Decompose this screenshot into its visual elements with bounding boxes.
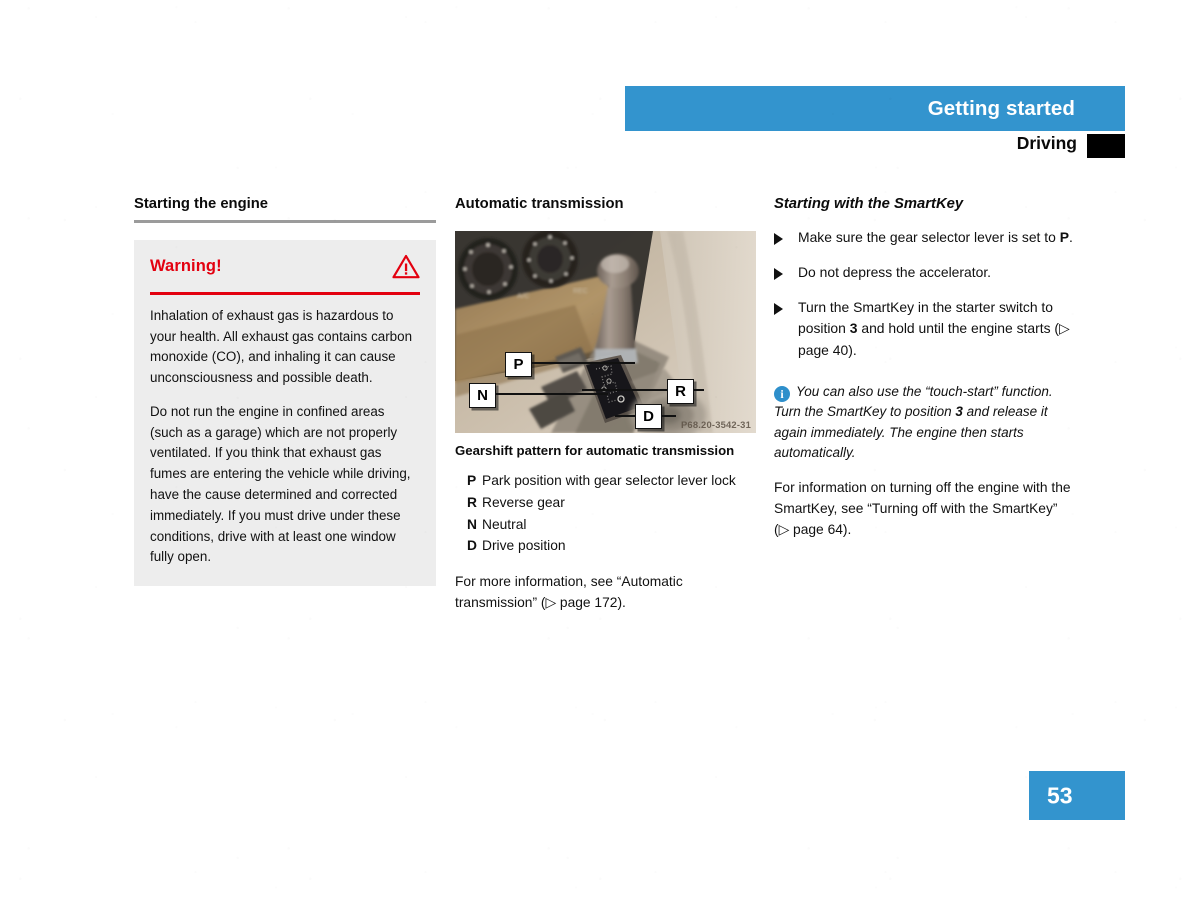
figure-caption: Gearshift pattern for automatic transmis… xyxy=(455,443,735,459)
section-title: Getting started xyxy=(927,96,1075,120)
section-heading-automatic-transmission: Automatic transmission xyxy=(455,196,624,212)
gear-term: R xyxy=(467,495,477,511)
warning-divider xyxy=(150,292,420,295)
triangle-bullet-icon xyxy=(774,227,798,249)
warning-paragraph: Do not run the engine in confined areas … xyxy=(150,403,411,565)
gear-description: Reverse gear xyxy=(482,495,565,511)
callout-p: P xyxy=(505,352,532,378)
info-circle-icon: i xyxy=(774,386,790,403)
chapter-header: Driving xyxy=(625,133,1125,161)
callout-d: D xyxy=(635,404,662,430)
section-header-bar: Getting started xyxy=(625,86,1125,131)
svg-text:A/C: A/C xyxy=(517,291,530,300)
list-item: P Park position with gear selector lever… xyxy=(455,471,756,492)
warning-title: Warning! xyxy=(150,257,222,276)
info-note: i You can also use the “touch-start” func… xyxy=(774,382,1076,463)
step-text-before: Do not depress the accelerator. xyxy=(798,264,992,281)
gear-term: N xyxy=(467,516,477,532)
middle-column: Automatic transmission A/C REC P R N D P… xyxy=(455,195,756,614)
step-text: Make sure the gear selector lever is set… xyxy=(798,227,1076,249)
step-text: Do not depress the accelerator. xyxy=(798,262,1076,284)
gear-description: Drive position xyxy=(482,538,566,554)
step-text-after: . xyxy=(1069,229,1073,246)
gearshift-photo: A/C REC P R N D P68.20-3542-31 xyxy=(455,231,756,434)
list-item: Turn the SmartKey in the starter switch … xyxy=(774,297,1076,362)
step-text: Turn the SmartKey in the starter switch … xyxy=(798,297,1076,362)
start-procedure-steps: Make sure the gear selector lever is set… xyxy=(774,227,1076,361)
cross-reference-turning-off-smartkey: For information on turning off the engin… xyxy=(774,480,1071,538)
triangle-bullet-icon xyxy=(774,297,798,362)
callout-n: N xyxy=(469,383,496,409)
gear-term: P xyxy=(467,473,477,489)
callout-r: R xyxy=(667,379,694,405)
step-text-before: Make sure the gear selector lever is set… xyxy=(798,229,1060,246)
section-heading-starting-with-smartkey: Starting with the SmartKey xyxy=(774,196,964,212)
leader-line-n xyxy=(493,393,608,396)
thumb-index-marker-icon xyxy=(1087,134,1125,158)
leader-line-p xyxy=(531,362,635,365)
svg-text:REC: REC xyxy=(573,288,588,295)
gear-description: Neutral xyxy=(482,516,527,532)
step-emphasis: P xyxy=(1059,229,1069,246)
list-item: N Neutral xyxy=(455,515,756,536)
warning-body: Inhalation of exhaust gas is hazardous t… xyxy=(150,306,420,568)
figure-id-label: P68.20-3542-31 xyxy=(680,419,751,431)
warning-paragraph: Inhalation of exhaust gas is hazardous t… xyxy=(150,307,413,386)
warning-callout-box: Warning! Inhalation of exhaust gas is ha… xyxy=(134,240,436,587)
right-column: Starting with the SmartKey Make sure the… xyxy=(774,195,1076,541)
gear-description: Park position with gear selector lever l… xyxy=(482,473,736,489)
heading-divider xyxy=(134,220,436,224)
page-number-badge: 53 xyxy=(1029,771,1125,820)
cross-reference-automatic-transmission: For more information, see “Automatic tra… xyxy=(455,574,683,611)
gear-term: D xyxy=(467,538,477,554)
warning-triangle-icon xyxy=(392,255,420,279)
left-column: Starting the engine Warning! Inhalation … xyxy=(134,195,436,587)
gear-position-list: P Park position with gear selector lever… xyxy=(455,471,756,557)
list-item: Do not depress the accelerator. xyxy=(774,262,1076,284)
list-item: R Reverse gear xyxy=(455,493,756,514)
manual-page: Getting started Driving Starting the eng… xyxy=(0,0,1200,900)
note-emphasis: 3 xyxy=(955,404,963,420)
list-item: Make sure the gear selector lever is set… xyxy=(774,227,1076,249)
warning-header: Warning! xyxy=(150,254,420,292)
list-item: D Drive position xyxy=(455,536,756,557)
page-title: Starting the engine xyxy=(134,196,269,212)
center-console-illustration: A/C REC xyxy=(455,231,756,434)
chapter-label: Driving xyxy=(1016,133,1077,153)
page-number-value: 53 xyxy=(1047,782,1073,808)
triangle-bullet-icon xyxy=(774,262,798,284)
